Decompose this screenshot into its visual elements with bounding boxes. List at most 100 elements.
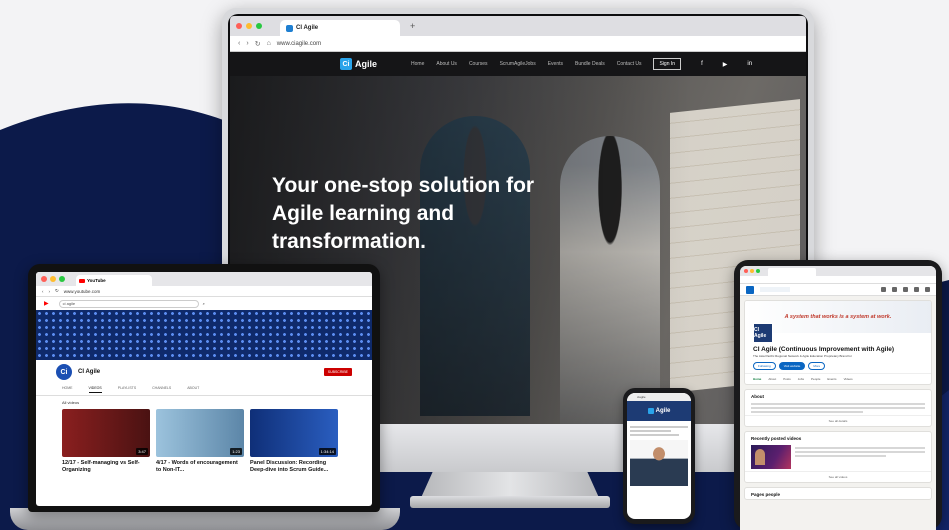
forward-arrow-icon[interactable]: › (49, 289, 51, 294)
nav-item-events[interactable]: Events (548, 61, 563, 67)
site-logo[interactable]: Ci Agile (340, 58, 377, 70)
ci-logo-icon (647, 408, 654, 414)
minimize-window-button[interactable] (750, 269, 754, 273)
video-thumbnail[interactable]: 1:34:14 (250, 409, 338, 457)
nav-item-home[interactable]: Home (411, 61, 424, 67)
forward-arrow-icon[interactable]: › (246, 40, 248, 47)
jobs-icon[interactable] (903, 287, 908, 292)
home-icon[interactable] (881, 287, 886, 292)
youtube-favicon-icon (79, 278, 85, 283)
tab-jobs[interactable]: Jobs (798, 377, 804, 381)
video-thumbnail[interactable]: 1:23 (156, 409, 244, 457)
laptop-address-bar: ‹ › ↻ www.youtube.com (36, 286, 372, 297)
text-line (630, 430, 671, 432)
nav-item-jobs[interactable]: ScrumAgileJobs (500, 61, 536, 67)
video-card[interactable]: 3:47 12/17 - Self-managing vs Self-Organ… (62, 409, 150, 474)
text-line (751, 411, 863, 413)
tab-videos[interactable]: Videos (844, 377, 853, 381)
youtube-channel-banner (36, 310, 372, 360)
phone-site-logo[interactable]: Agile (647, 408, 670, 414)
linkedin-tab[interactable] (768, 268, 816, 276)
minimize-window-button[interactable] (246, 23, 252, 29)
tab-videos[interactable]: VIDEOS (88, 386, 102, 393)
channel-avatar[interactable]: Ci (56, 364, 72, 380)
update-item[interactable] (745, 443, 931, 471)
messaging-icon[interactable] (914, 287, 919, 292)
linkedin-icon[interactable]: in (747, 61, 752, 67)
see-all-details-link[interactable]: See all details (745, 415, 931, 426)
reload-icon[interactable]: ↻ (255, 40, 261, 48)
youtube-channel-header: Ci CI Agile SUBSCRIBE (36, 360, 372, 384)
nav-item-about[interactable]: About Us (436, 61, 457, 67)
close-window-button[interactable] (236, 23, 242, 29)
facebook-icon[interactable]: f (701, 61, 703, 67)
subscribe-button[interactable]: SUBSCRIBE (323, 368, 352, 376)
tablet-address-bar[interactable] (740, 276, 936, 284)
close-window-button[interactable] (744, 269, 748, 273)
sign-in-button[interactable]: Sign In (653, 58, 682, 70)
site-logo-text: Agile (355, 59, 378, 69)
text-line (751, 407, 925, 409)
see-all-videos-link[interactable]: See all videos (745, 471, 931, 482)
following-button[interactable]: Following (753, 362, 776, 370)
linkedin-logo-icon[interactable] (746, 285, 754, 294)
linkedin-search-input[interactable] (760, 287, 790, 292)
home-icon[interactable]: ⌂ (267, 40, 271, 47)
video-filter[interactable]: All videos (36, 396, 372, 409)
tab-channels[interactable]: CHANNELS (152, 386, 171, 393)
visit-website-button[interactable]: Visit website (778, 362, 806, 370)
video-card[interactable]: 1:23 4/17 - Words of encouragement to No… (156, 409, 244, 474)
imac-stand-foot (410, 496, 610, 508)
youtube-tab[interactable]: YouTube (76, 275, 152, 286)
pages-card: Pages people (744, 487, 932, 500)
url-field[interactable]: www.ciagile.com (277, 41, 321, 47)
nav-item-bundle-deals[interactable]: Bundle Deals (575, 61, 605, 67)
close-window-button[interactable] (41, 276, 47, 282)
nav-item-contact[interactable]: Contact Us (617, 61, 642, 67)
update-thumbnail[interactable] (751, 445, 791, 469)
network-icon[interactable] (892, 287, 897, 292)
tab-home[interactable]: HOME (62, 386, 73, 393)
back-arrow-icon[interactable]: ‹ (238, 40, 240, 47)
tablet-browser-bar (740, 266, 936, 276)
channel-name: CI Agile (78, 369, 101, 375)
text-line (630, 434, 680, 436)
video-title[interactable]: 4/17 - Words of encouragement to Non-IT.… (156, 460, 244, 474)
youtube-tab-title: YouTube (87, 278, 106, 283)
tab-title: CI Agile (296, 25, 319, 31)
new-tab-button[interactable]: + (410, 21, 415, 31)
tab-playlists[interactable]: PLAYLISTS (118, 386, 136, 393)
company-name: CI Agile (Continuous Improvement with Ag… (753, 346, 895, 353)
video-title[interactable]: 12/17 - Self-managing vs Self-Organizing (62, 460, 150, 474)
phone-url-bar[interactable]: ciagile (627, 393, 691, 401)
site-navbar: Ci Agile Home About Us Courses ScrumAgil… (230, 52, 806, 76)
nav-item-courses[interactable]: Courses (469, 61, 488, 67)
tab-posts[interactable]: Posts (783, 377, 791, 381)
video-thumbnail[interactable]: 3:47 (62, 409, 150, 457)
company-logo[interactable]: CI Agile (753, 323, 773, 343)
tab-people[interactable]: People (811, 377, 820, 381)
youtube-logo-icon[interactable]: ▶ (44, 300, 49, 307)
youtube-icon[interactable]: ▶ (723, 61, 728, 68)
tab-events[interactable]: Events (827, 377, 836, 381)
video-title[interactable]: Panel Discussion: Recording Deep-dive in… (250, 460, 338, 474)
tab-home[interactable]: Home (753, 377, 761, 381)
maximize-window-button[interactable] (59, 276, 65, 282)
youtube-search-input[interactable]: ci agile (58, 299, 199, 308)
maximize-window-button[interactable] (756, 269, 760, 273)
reload-icon[interactable]: ↻ (55, 288, 59, 294)
search-icon[interactable]: ⌕ (203, 301, 205, 306)
linkedin-navbar (740, 284, 936, 296)
minimize-window-button[interactable] (50, 276, 56, 282)
video-card[interactable]: 1:34:14 Panel Discussion: Recording Deep… (250, 409, 338, 474)
url-field[interactable]: www.youtube.com (64, 289, 101, 294)
laptop-screen: YouTube ‹ › ↻ www.youtube.com ▶ ci agile… (36, 272, 372, 506)
tab-about[interactable]: About (768, 377, 776, 381)
laptop-browser-bar: YouTube (36, 272, 372, 286)
maximize-window-button[interactable] (256, 23, 262, 29)
browser-tab[interactable]: CI Agile (280, 20, 400, 36)
back-arrow-icon[interactable]: ‹ (42, 289, 44, 294)
notifications-icon[interactable] (925, 287, 930, 292)
tab-about[interactable]: ABOUT (187, 386, 199, 393)
more-button[interactable]: More (808, 362, 826, 370)
